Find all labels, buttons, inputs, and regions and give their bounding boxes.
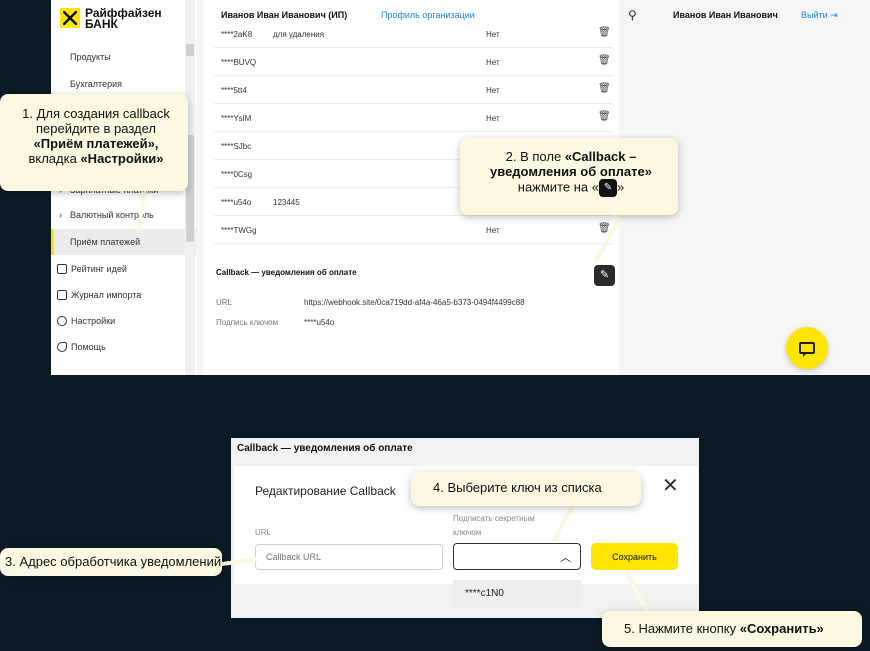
table-row: ****YslM Нет 🗑: [214, 104, 612, 132]
dialog-title: Редактирование Callback: [255, 484, 396, 498]
callout-step-5: 5. Нажмите кнопку «Сохранить»: [602, 611, 862, 647]
table-row: ****2aK8 для удаления Нет 🗑: [214, 20, 612, 48]
org-profile-link[interactable]: Профиль организации: [381, 10, 475, 20]
dialog-section-title: Callback — уведомления об оплате: [237, 443, 413, 454]
callout-text: 5. Нажмите кнопку: [624, 621, 737, 636]
key-description: 123445: [273, 198, 300, 207]
sidebar-item-label: Настройки: [71, 316, 116, 326]
close-icon[interactable]: ✕: [662, 476, 679, 496]
signature-key-label: Подписать секретным ключом: [453, 514, 535, 537]
logout-link[interactable]: Выйти ⇥: [801, 10, 838, 21]
table-row: ****BUVQ Нет 🗑: [214, 48, 612, 76]
pencil-icon: ✎: [599, 269, 610, 281]
trash-icon[interactable]: 🗑: [598, 27, 611, 38]
sidebar-item-import-log[interactable]: Журнал импорта: [51, 282, 196, 308]
url-label: URL: [255, 528, 272, 537]
sidebar-item-label: Помощь: [71, 342, 106, 352]
callout-step-4: 4. Выберите ключ из списка: [411, 472, 641, 506]
chat-button[interactable]: [786, 327, 828, 369]
chat-icon: [799, 342, 815, 357]
callout-text: »: [616, 179, 625, 195]
chevron-right-icon: ›: [59, 210, 62, 220]
callback-signature-label: Подпись ключом: [216, 318, 279, 327]
sidebar-item-label: Приём платежей: [70, 237, 141, 247]
chevron-up-icon: ︿: [560, 552, 571, 564]
key-flag: Нет: [486, 114, 500, 123]
callout-bold-text: «Настройки»: [80, 151, 164, 166]
signature-key-option[interactable]: ****c1N0: [453, 580, 581, 607]
callout-text: нажмите на «: [517, 179, 599, 195]
bank-logo[interactable]: Райффайзен БАНК: [60, 7, 162, 31]
key-flag: Нет: [486, 86, 500, 95]
pencil-icon: ✎: [598, 179, 617, 197]
phone-icon: [57, 342, 67, 352]
logout-label: Выйти: [801, 10, 828, 20]
sidebar-item-products[interactable]: Продукты: [51, 44, 196, 70]
key-id: ****YslM: [221, 114, 252, 123]
key-flag: Нет: [486, 58, 500, 67]
gear-icon: [57, 316, 67, 326]
callout-text: 1. Для создания callback перейдите в раз…: [22, 106, 170, 136]
callback-url-value: https://webhook.site/0ca719dd-af4a-46a5-…: [304, 298, 525, 307]
sidebar-item-label: Журнал импорта: [71, 290, 142, 300]
sidebar-item-label: Продукты: [70, 52, 111, 62]
callout-bold-text: «Приём платежей»,: [33, 136, 159, 151]
logo-icon: [60, 8, 80, 28]
table-row: ****TWGg Нет 🗑: [214, 216, 612, 244]
sidebar-item-payment-acceptance[interactable]: Приём платежей: [51, 229, 196, 255]
key-id: ****SJbc: [221, 142, 252, 151]
callback-url-label: URL: [216, 298, 233, 307]
save-button[interactable]: Сохранить: [591, 543, 678, 570]
key-id: ****2aK8: [221, 30, 253, 39]
key-id: ****TWGg: [221, 226, 257, 235]
logo-line2: БАНК: [85, 17, 118, 31]
callout-text: 2. В поле: [505, 149, 562, 164]
sidebar-item-label: Рейтинг идей: [71, 264, 127, 274]
pin-icon[interactable]: ⚲: [628, 8, 637, 22]
key-id: ****0Csg: [221, 170, 253, 179]
trash-icon[interactable]: 🗑: [598, 111, 611, 122]
sidebar-item-settings[interactable]: Настройки: [51, 308, 196, 334]
key-id: ****u54o: [221, 198, 252, 207]
org-name: Иванов Иван Иванович (ИП): [221, 10, 348, 20]
callback-section-title: Callback — уведомления об оплате: [216, 268, 357, 277]
logout-icon: ⇥: [830, 10, 838, 20]
sidebar-scrollbar-thumb[interactable]: [186, 44, 194, 56]
key-id: ****BUVQ: [221, 58, 257, 67]
callout-bold-text: «Сохранить»: [739, 621, 824, 636]
trash-icon[interactable]: 🗑: [598, 83, 611, 94]
signature-key-select[interactable]: ︿: [453, 543, 581, 570]
key-id: ****5tt4: [221, 86, 247, 95]
edit-callback-button[interactable]: ✎: [594, 265, 615, 286]
key-description: для удаления: [273, 30, 325, 39]
key-flag: Нет: [486, 226, 500, 235]
callback-signature-value: ****u54o: [304, 318, 335, 327]
callout-text: вкладка: [28, 151, 77, 166]
heart-icon: [57, 264, 67, 274]
sidebar-item-currency-control[interactable]: › Валютный контроль: [51, 202, 196, 228]
callback-url-input[interactable]: [255, 544, 443, 570]
journal-icon: [57, 290, 67, 300]
user-name: Иванов Иван Иванович: [673, 10, 778, 20]
callout-step-1: 1. Для создания callback перейдите в раз…: [0, 94, 188, 191]
trash-icon[interactable]: 🗑: [598, 55, 611, 66]
sidebar-item-ideas-rating[interactable]: Рейтинг идей: [51, 256, 196, 282]
sidebar-item-help[interactable]: Помощь: [51, 334, 196, 360]
callout-step-2: 2. В поле «Callback – уведомления об опл…: [460, 138, 678, 215]
table-row: ****5tt4 Нет 🗑: [214, 76, 612, 104]
callout-step-3: 3. Адрес обработчика уведомлений: [0, 548, 222, 576]
sidebar-item-label: Бухгалтерия: [70, 79, 122, 89]
key-flag: Нет: [486, 30, 500, 39]
